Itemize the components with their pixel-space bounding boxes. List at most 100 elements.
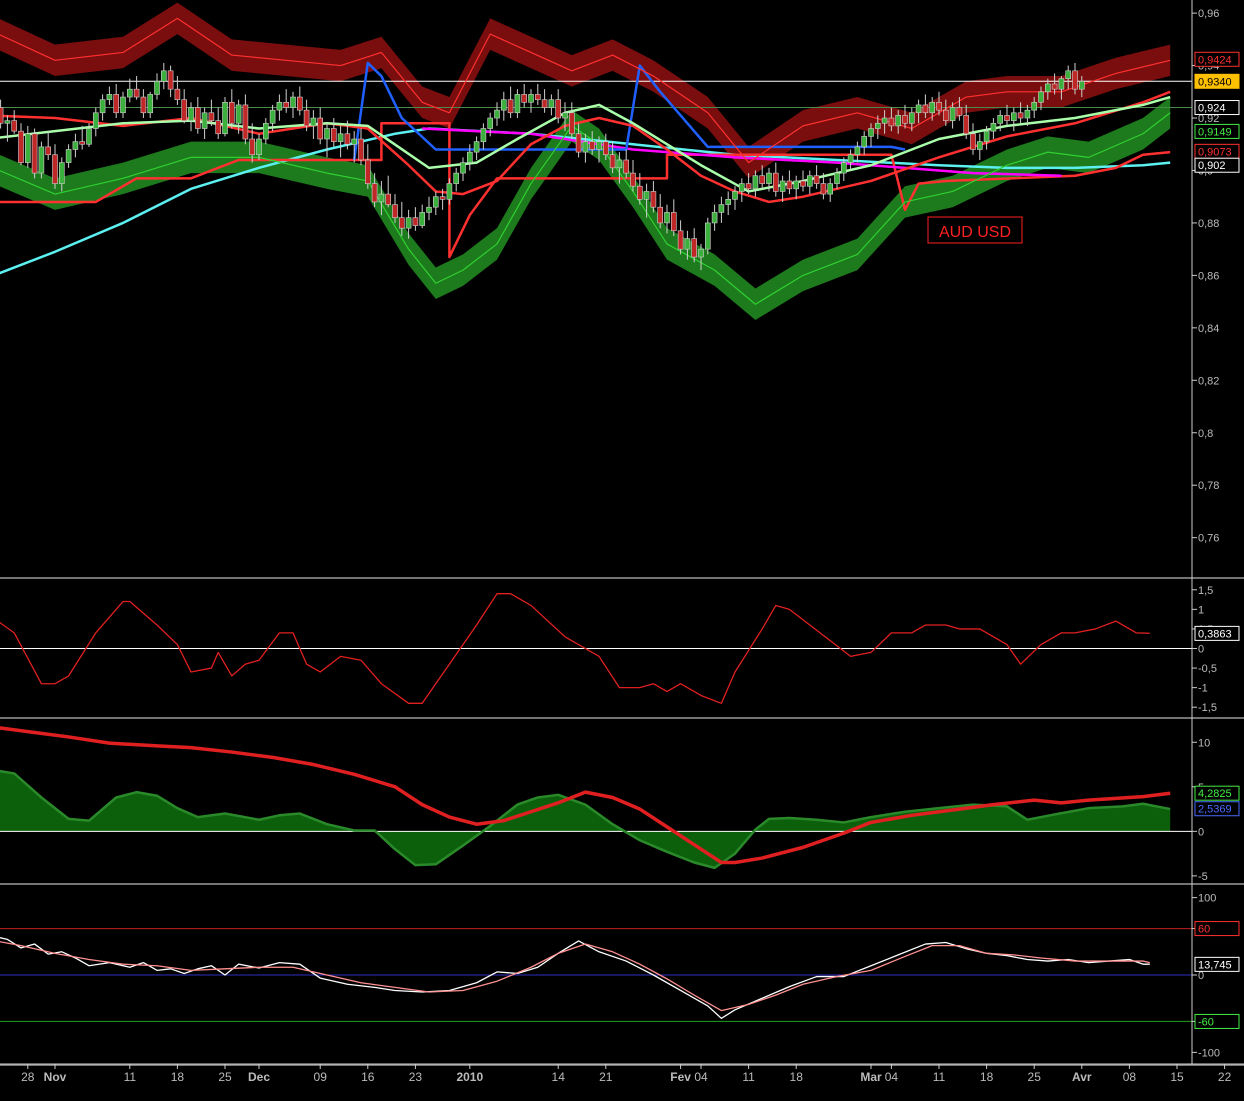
candle-body (222, 101, 228, 135)
symbol-label: AUD USD (939, 224, 1011, 241)
candle-body (936, 101, 942, 111)
candle-body (711, 212, 718, 224)
candle-body (140, 96, 147, 114)
candle-body (24, 133, 31, 163)
x-tick-label: 21 (599, 1070, 613, 1084)
candle-body (670, 212, 677, 232)
price-value-tag: 0,924 (1194, 100, 1240, 116)
candle-body (1017, 112, 1024, 119)
candle-body (847, 154, 854, 163)
candle-body (52, 154, 58, 184)
candle-body (1024, 109, 1031, 119)
candle-body (174, 88, 181, 100)
value-tag-label: 0,9149 (1198, 126, 1232, 138)
price-value-tag: 0,902 (1194, 157, 1240, 173)
candle-body (793, 180, 800, 190)
candle-body (290, 96, 296, 108)
x-tick-label: 25 (218, 1070, 232, 1084)
candle-body (364, 159, 371, 184)
candle-body (997, 115, 1004, 124)
x-tick-label: 09 (314, 1070, 328, 1084)
y-tick-label: 0,86 (1198, 270, 1219, 282)
candle-body (874, 122, 881, 129)
candle-body (249, 138, 255, 156)
candle-body (677, 230, 684, 250)
x-tick-label: 18 (790, 1070, 804, 1084)
candle-body (602, 141, 609, 156)
candle-body (195, 107, 201, 129)
candle-body (759, 175, 766, 184)
candle-body (215, 120, 221, 135)
candle-body (827, 183, 834, 195)
y-tick-label: 0,88 (1198, 218, 1219, 230)
candle-body (487, 117, 494, 129)
candle-body (439, 196, 446, 200)
candle-body (752, 175, 759, 190)
candle-body (970, 133, 976, 150)
candle-body (1004, 115, 1010, 121)
candle-body (133, 88, 140, 98)
candle-body (664, 212, 670, 224)
chart-canvas: 0,960,940,920,90,880,860,840,820,80,780,… (0, 0, 1244, 1096)
candle-body (432, 196, 439, 208)
candle-body (772, 172, 779, 192)
candle-body (528, 94, 534, 103)
y-tick-label: -1 (1198, 683, 1208, 695)
candle-body (317, 117, 324, 140)
candle-body (956, 107, 963, 116)
osc3-value-tag: 13,745 (1194, 956, 1240, 972)
candle-body (725, 199, 732, 205)
candle-body (58, 162, 65, 184)
candle-body (630, 172, 636, 187)
x-tick-label: 11 (742, 1070, 755, 1084)
candle-body (147, 94, 153, 114)
y-tick-label: 0,78 (1198, 480, 1219, 492)
value-tag-label: 0,9424 (1198, 54, 1232, 66)
candle-body (229, 101, 235, 124)
candle-body (834, 172, 840, 184)
candle-body (657, 206, 664, 224)
candle-body (201, 112, 208, 129)
candle-body (718, 204, 725, 213)
price-value-tag: 0,9149 (1194, 123, 1240, 139)
candle-body (555, 99, 562, 119)
candle-body (473, 141, 480, 153)
candle-body (1065, 70, 1071, 79)
candle-body (650, 191, 657, 208)
candle-body (161, 70, 167, 82)
candle-body (337, 133, 344, 142)
x-tick-label: 25 (1028, 1070, 1042, 1084)
candle-body (684, 238, 691, 250)
candle-body (623, 159, 630, 174)
candle-body (446, 183, 453, 200)
candle-body (616, 159, 623, 169)
price-value-tag: 0,9340 (1194, 73, 1240, 89)
candle-body (358, 138, 364, 161)
candle-body (990, 122, 997, 132)
x-tick-label: 04 (694, 1070, 708, 1084)
candle-body (1045, 83, 1051, 93)
candle-body (1031, 101, 1037, 111)
y-tick-label: -5 (1198, 871, 1208, 883)
candle-body (45, 146, 52, 156)
candle-body (120, 96, 126, 114)
x-tick-label: 18 (980, 1070, 994, 1084)
y-tick-label: 1,5 (1198, 585, 1213, 597)
chart-svg: 0,960,940,920,90,880,860,840,820,80,780,… (0, 0, 1244, 1096)
candle-body (419, 212, 426, 226)
value-tag-label: 60 (1198, 924, 1210, 936)
candle-body (494, 109, 500, 119)
y-tick-label: 0,84 (1198, 323, 1219, 335)
candle-body (385, 193, 392, 205)
x-tick-label: 11 (124, 1070, 137, 1084)
candle-body (351, 138, 358, 145)
candle-body (820, 183, 827, 195)
candle-body (38, 146, 45, 174)
x-tick-label: 23 (409, 1070, 423, 1084)
candle-body (371, 183, 378, 203)
value-tag-label: -60 (1198, 1016, 1214, 1028)
value-tag-label: 0,9073 (1198, 146, 1232, 158)
y-tick-label: 0,8 (1198, 428, 1213, 440)
candle-body (738, 183, 745, 192)
candle-body (745, 183, 752, 190)
